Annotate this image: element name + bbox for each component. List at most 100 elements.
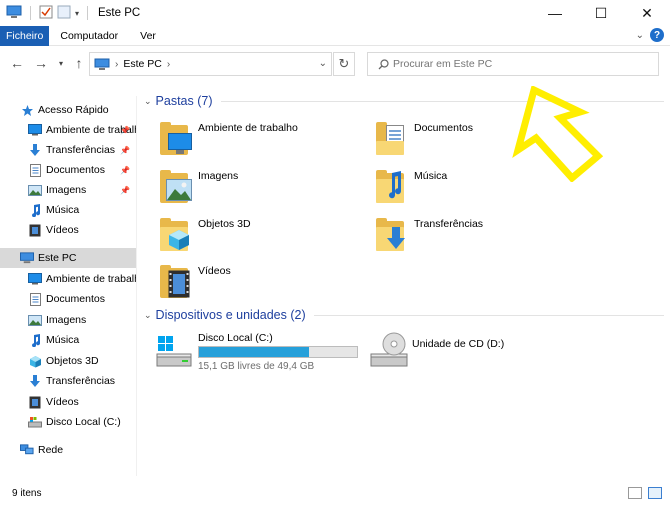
hard-drive-icon: [156, 336, 192, 367]
drive-name: Unidade de CD (D:): [412, 338, 505, 350]
sidebar-item-videos[interactable]: Vídeos: [0, 220, 136, 240]
search-icon: [378, 58, 389, 70]
sidebar-item-pc-documentos[interactable]: Documentos: [0, 289, 136, 309]
folders-group-title: Pastas (7): [155, 94, 213, 108]
devices-group-header[interactable]: ⌄ Dispositivos e unidades (2): [144, 308, 664, 322]
desktop-icon: [28, 272, 42, 286]
sidebar-item-musica[interactable]: Música: [0, 200, 136, 220]
computer-icon: [6, 5, 22, 22]
pictures-icon: [28, 313, 42, 327]
group-divider: [313, 314, 664, 316]
drive-tile-disco-local[interactable]: Disco Local (C:) 15,1 GB livres de 49,4 …: [156, 330, 366, 374]
folder-tile-videos[interactable]: Vídeos: [158, 262, 368, 306]
tiles-view-icon[interactable]: [648, 487, 662, 499]
navigation-bar: ← → ▾ ↑ › Este PC › ⌄ ↻: [0, 50, 670, 78]
pictures-icon: [28, 183, 42, 197]
tab-computador[interactable]: Computador: [49, 26, 129, 46]
details-view-icon[interactable]: [628, 487, 642, 499]
view-toggle-group: [628, 487, 662, 499]
chevron-down-icon[interactable]: ⌄: [144, 310, 152, 321]
address-dropdown-icon[interactable]: ⌄: [319, 58, 327, 69]
window-controls: — ☐ ✕: [532, 0, 670, 26]
properties-icon[interactable]: [39, 5, 53, 22]
sidebar-item-pc-objetos-3d[interactable]: Objetos 3D: [0, 351, 136, 371]
folder-tile-objetos-3d[interactable]: Objetos 3D: [158, 215, 368, 259]
back-arrow-icon[interactable]: ←: [8, 53, 26, 73]
folder-videos-icon: [158, 262, 192, 302]
sidebar-item-pc-musica[interactable]: Música: [0, 330, 136, 350]
up-arrow-icon[interactable]: ↑: [70, 53, 88, 73]
document-icon: [28, 292, 42, 306]
drive-name: Disco Local (C:): [198, 332, 273, 344]
breadcrumb-separator-icon[interactable]: ›: [167, 59, 170, 70]
download-arrow-icon: [28, 374, 42, 388]
drive-free-space: 15,1 GB livres de 49,4 GB: [198, 361, 315, 372]
new-folder-icon[interactable]: [57, 5, 71, 22]
pin-icon[interactable]: 📌: [120, 166, 130, 175]
address-bar[interactable]: › Este PC › ⌄: [89, 52, 332, 76]
drive-tile-cd[interactable]: Unidade de CD (D:): [370, 330, 580, 374]
expand-ribbon-icon[interactable]: ⌄: [636, 30, 644, 41]
forward-arrow-icon[interactable]: →: [32, 53, 50, 73]
devices-group-title: Dispositivos e unidades (2): [155, 308, 306, 322]
maximize-button[interactable]: ☐: [578, 0, 624, 26]
sidebar-item-documentos[interactable]: Documentos 📌: [0, 160, 136, 180]
sidebar-item-este-pc[interactable]: Este PC: [0, 248, 136, 268]
cd-drive-icon: [370, 332, 408, 367]
refresh-icon[interactable]: ↻: [333, 52, 355, 76]
desktop-icon: [28, 123, 42, 137]
film-icon: [28, 395, 42, 409]
pin-icon[interactable]: 📌: [120, 146, 130, 155]
title-bar: ▾ Este PC — ☐ ✕: [0, 0, 670, 26]
sidebar-item-pc-imagens[interactable]: Imagens: [0, 310, 136, 330]
quick-access-toolbar: ▾: [0, 5, 92, 22]
sidebar-item-pc-ambiente-de-trabalho[interactable]: Ambiente de trabalho: [0, 269, 136, 289]
tab-ficheiro[interactable]: Ficheiro: [0, 25, 50, 46]
sidebar-item-rede[interactable]: Rede: [0, 440, 136, 460]
breadcrumb-este-pc[interactable]: Este PC: [123, 58, 162, 70]
computer-icon: [20, 251, 34, 265]
toolbar-divider: [30, 6, 31, 20]
folder-desktop-icon: [158, 119, 192, 159]
sidebar-item-disco-local[interactable]: Disco Local (C:): [0, 412, 136, 432]
ribbon-tabs: Ficheiro Computador Ver ⌄ ?: [0, 25, 670, 46]
minimize-button[interactable]: —: [532, 0, 578, 26]
window-title: Este PC: [98, 7, 141, 19]
pin-icon[interactable]: 📌: [120, 186, 130, 195]
help-icon[interactable]: ?: [650, 28, 664, 42]
folder-tile-imagens[interactable]: Imagens: [158, 167, 368, 211]
status-item-count: 9 itens: [12, 488, 42, 499]
folder-3d-objects-icon: [158, 215, 192, 255]
network-icon: [20, 443, 34, 457]
document-icon: [28, 163, 42, 177]
search-box[interactable]: [367, 52, 659, 76]
breadcrumb-separator-icon[interactable]: ›: [115, 59, 118, 70]
folder-downloads-icon: [374, 215, 408, 255]
sidebar-item-transferencias[interactable]: Transferências 📌: [0, 140, 136, 160]
recent-locations-chevron-icon[interactable]: ▾: [52, 53, 70, 73]
navigation-pane: Acesso Rápido Ambiente de trabalho 📌 Tra…: [0, 96, 136, 476]
search-input[interactable]: [393, 58, 643, 70]
sidebar-item-imagens[interactable]: Imagens 📌: [0, 180, 136, 200]
pin-icon[interactable]: 📌: [120, 126, 130, 135]
music-note-icon: [28, 203, 42, 217]
film-icon: [28, 223, 42, 237]
tab-ver[interactable]: Ver: [129, 26, 167, 46]
download-arrow-icon: [28, 143, 42, 157]
hard-drive-icon: [28, 415, 42, 429]
cube-icon: [28, 354, 42, 368]
folder-tile-ambiente-de-trabalho[interactable]: Ambiente de trabalho: [158, 119, 368, 163]
sidebar-item-acesso-rapido[interactable]: Acesso Rápido: [0, 100, 136, 120]
ribbon-right-controls: ⌄ ?: [636, 28, 664, 42]
folder-tile-transferencias[interactable]: Transferências: [374, 215, 584, 259]
pane-divider[interactable]: [136, 96, 137, 476]
customize-toolbar-icon[interactable]: ▾: [75, 9, 79, 18]
music-note-icon: [28, 333, 42, 347]
sidebar-item-pc-transferencias[interactable]: Transferências: [0, 371, 136, 391]
drive-usage-bar: [198, 346, 358, 358]
chevron-down-icon[interactable]: ⌄: [144, 96, 152, 107]
sidebar-item-pc-videos[interactable]: Vídeos: [0, 392, 136, 412]
sidebar-item-ambiente-de-trabalho[interactable]: Ambiente de trabalho 📌: [0, 120, 136, 140]
close-button[interactable]: ✕: [624, 0, 670, 26]
folder-music-icon: [374, 167, 408, 207]
